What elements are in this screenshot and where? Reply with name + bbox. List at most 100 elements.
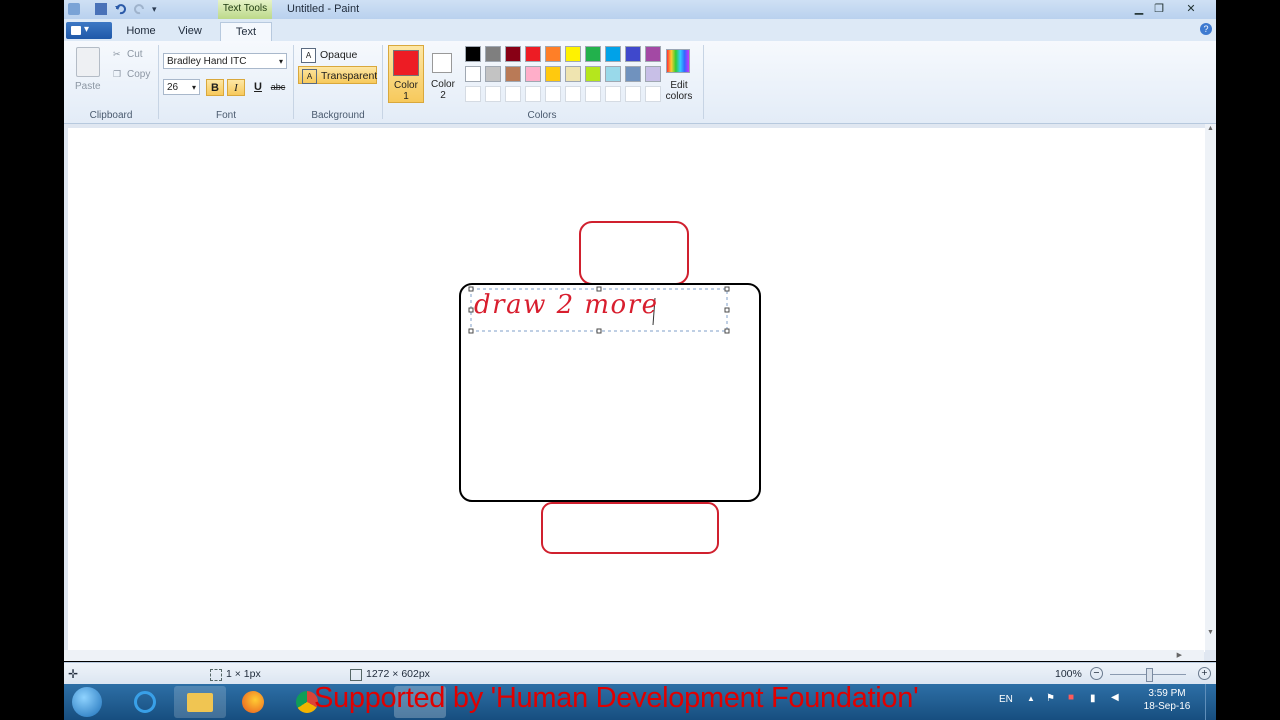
scroll-down-icon[interactable]: ▼ [1207,629,1214,636]
scroll-up-icon[interactable]: ▲ [1207,125,1214,132]
palette-swatch[interactable] [585,66,601,82]
palette-swatch[interactable] [645,66,661,82]
ribbon: Paste ✂ Cut ❐ Copy Clipboard Bradley Han… [64,41,1216,124]
paint-menu-icon [71,26,81,35]
save-icon[interactable] [95,3,107,15]
vertical-scrollbar[interactable]: ▲ ▼ [1205,124,1216,650]
show-hidden-icons[interactable]: ▲ [1027,694,1035,703]
maximize-button[interactable]: ❐ [1150,2,1168,16]
chevron-down-icon: ▾ [278,57,283,66]
zoom-in-icon[interactable]: + [1198,667,1211,680]
divider [158,45,159,119]
color2-button[interactable]: Color 2 [426,45,460,103]
edit-colors-label-2: colors [665,91,693,102]
internet-explorer-icon [134,691,156,713]
taskbar-explorer[interactable] [174,686,226,718]
paste-button[interactable]: Paste [75,81,101,92]
copy-button[interactable]: Copy [127,69,150,80]
folder-icon [187,693,213,712]
scroll-right-icon[interactable]: ▶ [1177,651,1182,659]
customize-qat-icon[interactable]: ▾ [152,3,164,15]
palette-swatch[interactable] [485,46,501,62]
palette-swatch[interactable] [465,66,481,82]
custom-color-slot[interactable] [525,86,541,102]
transparent-icon: A [302,69,317,84]
custom-color-slot[interactable] [605,86,621,102]
minimize-button[interactable]: ▁ [1130,2,1148,16]
taskbar-firefox[interactable] [228,686,280,718]
undo-icon[interactable] [114,3,126,15]
font-group-label: Font [215,110,236,121]
palette-swatch[interactable] [525,46,541,62]
close-button[interactable]: ✕ [1174,2,1208,16]
italic-button[interactable]: I [227,79,245,96]
color1-button[interactable]: Color 1 [388,45,424,103]
start-button[interactable] [72,687,102,717]
palette-swatch[interactable] [485,66,501,82]
paint-app-icon[interactable] [68,3,80,15]
palette-swatch[interactable] [545,66,561,82]
edit-colors-label: Edit [670,80,688,91]
zoom-out-icon[interactable]: − [1090,667,1103,680]
palette-swatch[interactable] [525,66,541,82]
network-icon[interactable]: ▮ [1090,693,1096,704]
bold-button[interactable]: B [206,79,224,96]
ribbon-tabs: ▾ Home View Text ? [64,19,1216,42]
tab-text[interactable]: Text [220,22,272,41]
custom-color-slot[interactable] [625,86,641,102]
horizontal-scrollbar[interactable]: ▶ [64,650,1204,661]
palette-swatch[interactable] [625,46,641,62]
opaque-icon: A [301,48,316,63]
font-size-select[interactable]: 26 ▾ [163,79,200,95]
palette-swatch[interactable] [605,46,621,62]
opaque-button[interactable]: A Opaque [298,46,374,64]
custom-color-slot[interactable] [465,86,481,102]
selection-size: 1 × 1px [226,668,261,680]
canvas-workspace: draw 2 more ▲ ▼ ▶ [64,124,1216,661]
palette-swatch[interactable] [545,46,561,62]
palette-swatch[interactable] [605,66,621,82]
canvas-text: draw 2 more [474,290,659,320]
palette-swatch[interactable] [565,46,581,62]
palette-swatch[interactable] [625,66,641,82]
crosshair-icon: ✛ [68,667,79,681]
taskbar-internet-explorer[interactable] [120,686,172,718]
flag-icon[interactable]: ⚑ [1046,693,1055,704]
security-icon[interactable]: ■ [1068,692,1074,703]
redo-icon[interactable] [134,3,146,15]
palette-swatch[interactable] [645,46,661,62]
edit-colors-button[interactable]: Edit colors [660,80,698,102]
volume-icon[interactable]: ◀ [1111,692,1119,703]
tab-view[interactable]: View [172,22,208,40]
language-indicator[interactable]: EN [999,694,1013,705]
palette-swatch[interactable] [585,46,601,62]
custom-color-slot[interactable] [565,86,581,102]
custom-color-slot[interactable] [505,86,521,102]
palette-swatch[interactable] [565,66,581,82]
divider [382,45,383,119]
help-icon[interactable]: ? [1200,23,1212,35]
palette-swatch[interactable] [505,46,521,62]
paint-menu-button[interactable]: ▾ [66,22,112,39]
underline-button[interactable]: U [249,79,267,96]
custom-color-slot[interactable] [485,86,501,102]
custom-color-slot[interactable] [545,86,561,102]
custom-color-slot[interactable] [585,86,601,102]
cut-button[interactable]: Cut [127,49,143,60]
drawing-canvas[interactable]: draw 2 more [68,128,1205,652]
show-desktop-button[interactable] [1205,684,1216,720]
custom-color-slot[interactable] [645,86,661,102]
tab-home[interactable]: Home [124,22,158,40]
rainbow-icon [666,49,690,73]
transparent-button[interactable]: A Transparent [298,66,377,84]
strikethrough-button[interactable]: abc [269,79,287,96]
palette-swatch[interactable] [505,66,521,82]
color2-swatch [432,53,452,73]
palette-swatch[interactable] [465,46,481,62]
clock[interactable]: 3:59 PM 18-Sep-16 [1142,688,1192,712]
font-family-select[interactable]: Bradley Hand ITC ▾ [163,53,287,69]
firefox-icon [242,691,264,713]
font-size-value: 26 [167,82,179,93]
zoom-slider-thumb[interactable] [1146,668,1153,682]
clipboard-icon [76,47,100,77]
